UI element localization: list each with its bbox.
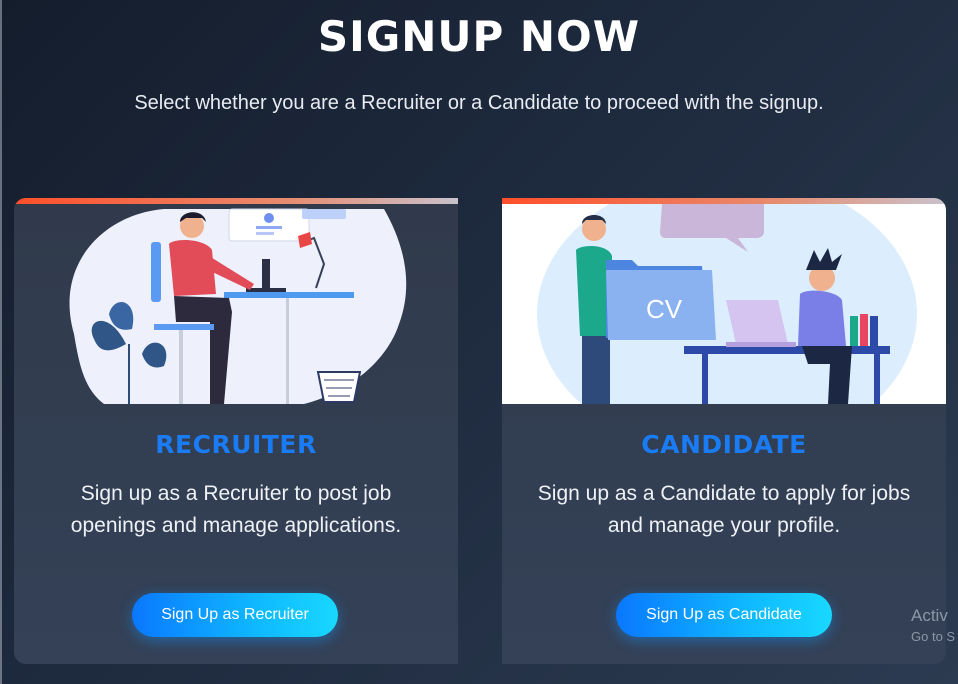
- watermark-line-1: Activ: [911, 606, 948, 625]
- recruiter-title: RECRUITER: [155, 430, 317, 459]
- cv-label: CV: [646, 294, 683, 324]
- candidate-title: CANDIDATE: [641, 430, 807, 459]
- sign-up-recruiter-button[interactable]: Sign Up as Recruiter: [132, 593, 338, 637]
- cv-folder-candidate-icon: CV: [537, 204, 917, 404]
- recruiter-illustration: [14, 204, 458, 404]
- page-title: SIGNUP NOW: [317, 12, 641, 61]
- activation-watermark: Activ Go to S: [911, 606, 955, 644]
- watermark-line-2: Go to S: [911, 629, 956, 644]
- person-at-desk-icon: [69, 208, 407, 404]
- candidate-description: Sign up as a Candidate to apply for jobs…: [537, 482, 911, 537]
- candidate-card: CV CANDIDATE Sign up as a Candidate to a…: [502, 198, 946, 664]
- candidate-illustration: CV: [502, 204, 946, 404]
- page-subtitle: Select whether you are a Recruiter or a …: [134, 92, 824, 114]
- sign-up-candidate-button[interactable]: Sign Up as Candidate: [616, 593, 832, 637]
- recruiter-description: Sign up as a Recruiter to post job openi…: [70, 482, 402, 537]
- recruiter-card: RECRUITER Sign up as a Recruiter to post…: [14, 198, 458, 664]
